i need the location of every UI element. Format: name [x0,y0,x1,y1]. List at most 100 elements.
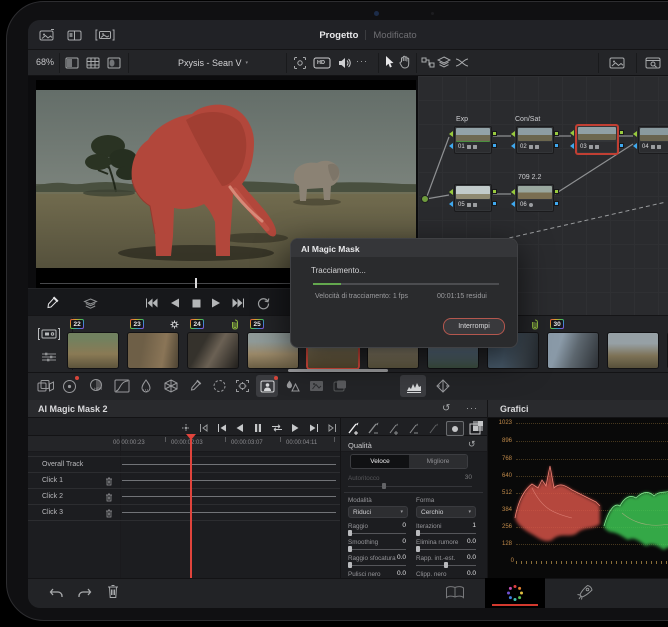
node-05[interactable]: 05 [449,184,497,212]
mask-playhead-marker[interactable] [186,434,196,440]
slider-rapporto-int-est[interactable] [416,562,476,568]
hand-tool-icon[interactable] [398,54,412,70]
refine-subtract-tool-icon[interactable] [406,420,421,435]
node-03-selected[interactable]: 03 [570,125,624,154]
qualifier-droplet-icon[interactable] [138,378,154,394]
layers-icon[interactable] [436,55,452,70]
refine-add-tool-icon[interactable] [386,420,401,435]
power-window-icon[interactable] [211,378,228,394]
delete-track-icon[interactable] [104,476,113,486]
timeline-clip[interactable]: 22 [68,315,118,372]
track-name[interactable]: Overall Track [42,461,83,468]
quality-better-button[interactable]: Migliore [409,455,467,468]
viewer-scrub-playhead[interactable] [195,278,197,288]
node-02[interactable]: 02 [511,126,559,154]
clip-title-dropdown[interactable]: Pxysis - Sean V ▾ [148,56,278,70]
node-04[interactable]: 04 [633,126,668,154]
mode-dropdown[interactable]: Riduci ▾ [348,506,408,518]
delete-track-icon[interactable] [104,508,113,518]
quality-reset-icon[interactable]: ↺ [468,439,476,450]
clips-filmstrip-icon[interactable] [36,326,62,342]
reset-icon[interactable]: ↺ [442,403,450,414]
grab-still-icon[interactable] [38,28,56,42]
play-icon[interactable] [210,297,222,309]
bypass-grades-icon[interactable] [292,55,308,71]
track-name[interactable]: Click 1 [42,477,63,484]
track-bar[interactable] [122,512,336,513]
shape-dropdown[interactable]: Cerchio ▾ [416,506,476,518]
prev-keyframe-icon[interactable] [198,422,209,433]
slider-elimina-rumore[interactable] [416,546,476,552]
slider-iterazioni[interactable] [416,530,476,536]
track-bar[interactable] [122,496,336,497]
zoom-level[interactable]: 68% [36,57,54,67]
pointer-cursor-icon[interactable] [382,54,396,70]
track-bar[interactable] [122,480,336,481]
eyedropper-icon[interactable] [44,295,60,311]
blur-sharpen-icon[interactable] [284,378,301,394]
timeline-clip[interactable]: 30 [548,315,598,372]
gallery-stills-icon[interactable] [608,56,626,70]
add-track-point-icon[interactable] [180,422,191,433]
color-wheels-icon[interactable] [60,376,79,394]
go-first-frame-icon[interactable] [216,422,227,433]
mask-overlay-toggle[interactable] [446,421,464,436]
more-options-icon[interactable]: ··· [356,56,368,66]
next-keyframe-icon[interactable] [326,422,337,433]
color-page-active-tab[interactable] [485,578,545,608]
node-01[interactable]: 01 [449,126,497,154]
timeline-mixer-icon[interactable] [40,350,58,364]
tracker-icon[interactable] [234,378,251,394]
mask-playhead-line[interactable] [190,436,192,578]
scopes-histogram-icon[interactable] [405,379,423,394]
stroke-subtract-tool-icon[interactable] [366,420,381,435]
play-reverse-icon[interactable] [169,297,181,309]
track-name[interactable]: Click 2 [42,493,63,500]
layout-grid-icon[interactable] [85,56,101,70]
layout-split-icon[interactable] [106,56,122,70]
scratch-patch-icon[interactable] [331,378,349,394]
stop-icon[interactable] [190,297,202,309]
eraser-tool-icon[interactable] [426,420,441,435]
hdr-wheels-icon[interactable]: HDR [86,377,105,395]
curves-icon[interactable] [113,378,131,394]
slider-raggio[interactable] [348,530,406,536]
cut-page-icon[interactable] [444,584,466,601]
slider-smoothing[interactable] [348,546,406,552]
slider-raggio-sfocatura[interactable] [348,562,406,568]
proxy-hd-icon[interactable]: HD [312,55,332,71]
pause-icon[interactable] [252,422,263,433]
key-icon[interactable] [308,378,326,394]
magic-mask-icon[interactable] [259,376,278,394]
delete-track-icon[interactable] [104,492,113,502]
node-06[interactable]: 06 [511,184,559,212]
wipe-layers-icon[interactable] [82,297,99,310]
play-forward-icon[interactable] [290,422,301,433]
timeline-clip[interactable] [608,315,658,372]
skip-start-icon[interactable] [144,297,158,309]
interrompi-button[interactable]: Interrompi [443,318,505,335]
stroke-add-tool-icon-active[interactable] [346,420,361,435]
split-view-diamond-icon[interactable] [434,378,452,394]
project-label[interactable]: Progetto [319,30,358,41]
layout-single-icon[interactable] [64,56,80,70]
mixer-crossing-icon[interactable] [454,56,470,69]
matte-checker-icon[interactable] [468,419,484,435]
camera-raw-icon[interactable] [36,378,56,394]
qualifier-eyedropper-icon[interactable] [188,377,203,394]
split-compare-icon[interactable] [66,28,84,42]
inspector-search-icon[interactable] [644,56,662,70]
skip-end-icon[interactable] [231,297,245,309]
loop-playback-icon[interactable] [270,422,283,433]
quick-export-rocket-icon[interactable] [576,583,594,602]
color-warper-icon[interactable] [162,378,180,394]
go-last-frame-icon[interactable] [308,422,319,433]
step-back-icon[interactable] [234,422,245,433]
loop-icon[interactable] [256,296,271,310]
track-bar[interactable] [122,464,336,465]
quality-fast-button[interactable]: Veloce [351,455,409,468]
track-name[interactable]: Click 3 [42,509,63,516]
autotouch-slider[interactable] [348,483,472,489]
panel-options-icon[interactable]: ··· [466,403,478,413]
trash-icon[interactable] [106,583,120,600]
